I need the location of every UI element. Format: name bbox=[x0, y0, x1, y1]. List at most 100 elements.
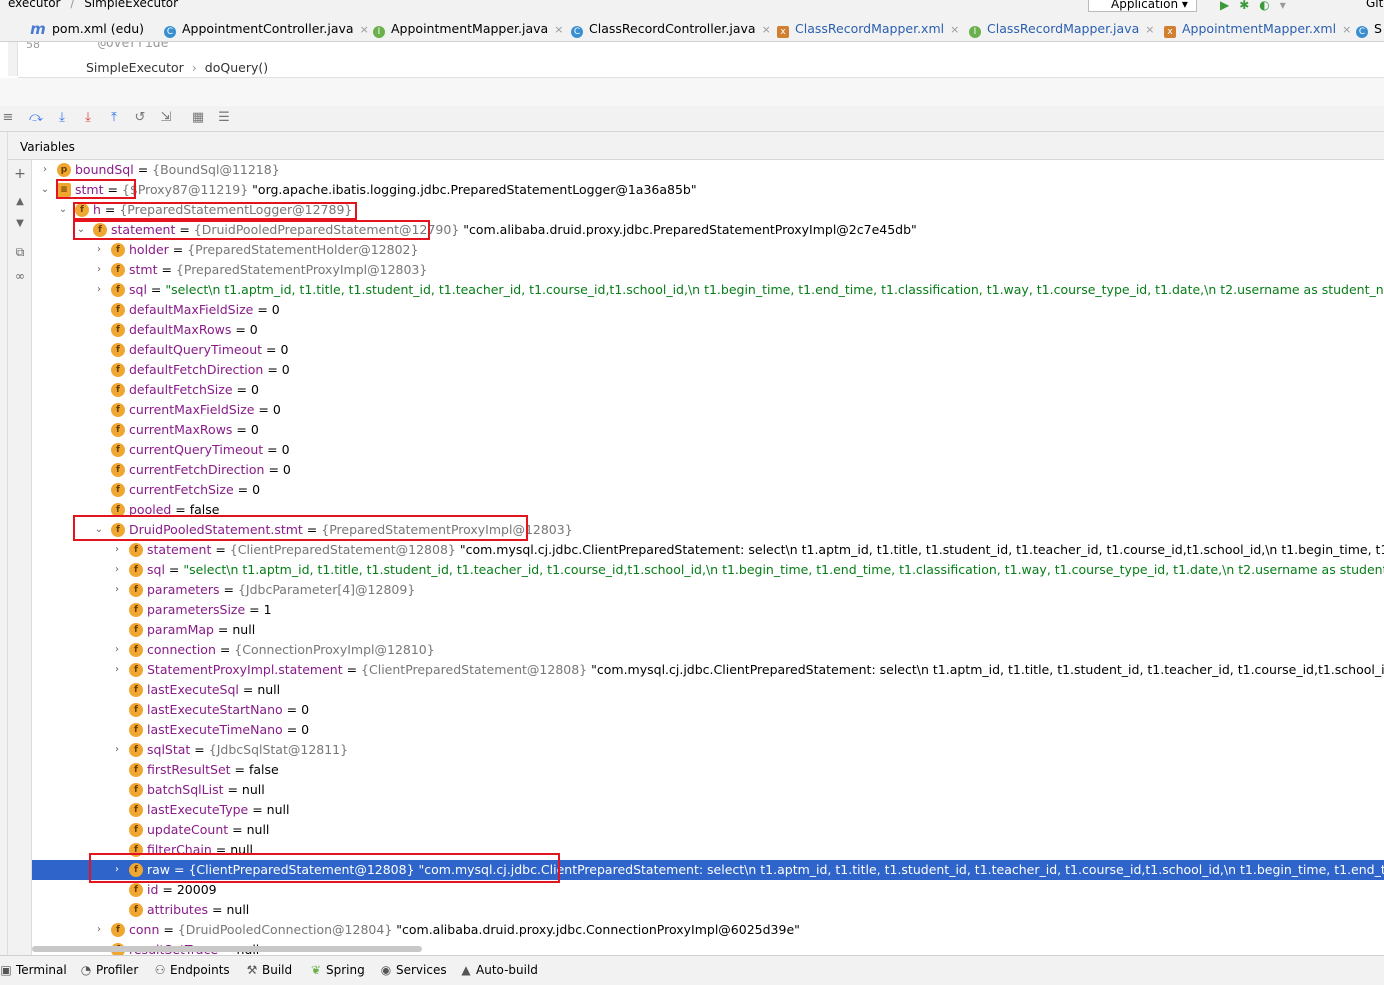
top-crumb-simpleexecutor[interactable]: SimpleExecutor bbox=[84, 0, 178, 10]
variable-row[interactable]: › f holder = {PreparedStatementHolder@1280… bbox=[32, 240, 1384, 260]
evaluate-expression-icon[interactable]: ▦ bbox=[190, 110, 206, 126]
move-up-icon[interactable]: ▲ bbox=[12, 194, 28, 210]
tab-appointment-mapper-xml[interactable]: x AppointmentMapper.xml × bbox=[1164, 21, 1351, 41]
expand-chevron-icon[interactable]: › bbox=[94, 920, 104, 940]
variable-row[interactable]: f lastExecuteTimeNano = 0 bbox=[32, 720, 1384, 740]
variable-row[interactable]: ⌄ ≡ stmt = {$Proxy87@11219} "org.apache.ib… bbox=[32, 180, 1384, 200]
variable-label: currentFetchSize = 0 bbox=[129, 480, 260, 500]
menu-icon[interactable]: ≡ bbox=[0, 110, 16, 126]
variable-row[interactable]: f defaultMaxFieldSize = 0 bbox=[32, 300, 1384, 320]
expand-chevron-icon[interactable]: › bbox=[112, 660, 122, 680]
code-breadcrumb: SimpleExecutor › doQuery() bbox=[18, 56, 1384, 78]
variable-row[interactable]: f currentMaxFieldSize = 0 bbox=[32, 400, 1384, 420]
code-line: @Override bbox=[98, 42, 169, 51]
watches-glasses-icon[interactable]: ∞ bbox=[12, 268, 28, 284]
close-icon[interactable]: × bbox=[554, 23, 563, 36]
variable-row[interactable]: › f sql = "select\n t1.aptm_id, t1.title, … bbox=[32, 560, 1384, 580]
show-execution-point-icon[interactable]: ⤼ bbox=[28, 110, 44, 126]
variable-row[interactable]: f defaultMaxRows = 0 bbox=[32, 320, 1384, 340]
expand-chevron-icon[interactable]: › bbox=[112, 560, 122, 580]
variable-name: defaultMaxRows bbox=[129, 322, 232, 337]
expand-chevron-icon[interactable]: › bbox=[112, 540, 122, 560]
collapse-chevron-icon[interactable]: ⌄ bbox=[58, 200, 68, 220]
variable-row[interactable]: › f connection = {ConnectionProxyImpl@1281… bbox=[32, 640, 1384, 660]
tab-pom-xml[interactable]: m pom.xml (edu) bbox=[30, 21, 144, 41]
coverage-icon[interactable]: ◐ bbox=[1259, 0, 1279, 12]
tab-appointment-controller[interactable]: C AppointmentController.java × bbox=[164, 21, 369, 41]
variable-row[interactable]: f attributes = null bbox=[32, 900, 1384, 920]
tab-endpoints[interactable]: ⚇ Endpoints bbox=[154, 963, 230, 977]
tab-classrecord-mapper-xml[interactable]: x ClassRecordMapper.xml × bbox=[777, 21, 959, 41]
expand-chevron-icon[interactable]: › bbox=[112, 740, 122, 760]
expand-chevron-icon[interactable]: › bbox=[112, 580, 122, 600]
variable-row[interactable]: f currentQueryTimeout = 0 bbox=[32, 440, 1384, 460]
variable-row[interactable]: › f parameters = {JdbcParameter[4]@12809} bbox=[32, 580, 1384, 600]
variable-row[interactable]: f lastExecuteType = null bbox=[32, 800, 1384, 820]
variable-row[interactable]: f paramMap = null bbox=[32, 620, 1384, 640]
stop-icon[interactable]: ▾ bbox=[1280, 0, 1296, 12]
field-icon: f bbox=[129, 763, 143, 777]
tab-build[interactable]: ⚒ Build bbox=[246, 963, 293, 977]
variable-row[interactable]: f batchSqlList = null bbox=[32, 780, 1384, 800]
variable-row[interactable]: f lastExecuteSql = null bbox=[32, 680, 1384, 700]
variable-row[interactable]: f defaultQueryTimeout = 0 bbox=[32, 340, 1384, 360]
tab-classrecord-mapper-java[interactable]: I ClassRecordMapper.java × bbox=[969, 21, 1154, 41]
variable-label: batchSqlList = null bbox=[147, 780, 265, 800]
git-label[interactable]: Git bbox=[1366, 0, 1383, 10]
run-config-selector[interactable]: Application ▾ bbox=[1088, 0, 1197, 12]
variable-row[interactable]: › f sqlStat = {JdbcSqlStat@12811} bbox=[32, 740, 1384, 760]
variable-row[interactable]: f firstResultSet = false bbox=[32, 760, 1384, 780]
variable-row[interactable]: f updateCount = null bbox=[32, 820, 1384, 840]
close-icon[interactable]: × bbox=[1145, 23, 1154, 36]
expand-chevron-icon[interactable]: › bbox=[94, 280, 104, 300]
variable-row[interactable]: f defaultFetchDirection = 0 bbox=[32, 360, 1384, 380]
top-crumb-executor[interactable]: executor bbox=[8, 0, 60, 10]
run-to-cursor-icon[interactable]: ⇲ bbox=[158, 110, 174, 126]
close-icon[interactable]: × bbox=[360, 23, 369, 36]
variable-row[interactable]: f currentMaxRows = 0 bbox=[32, 420, 1384, 440]
tab-spring[interactable]: ❦ Spring bbox=[310, 963, 365, 977]
variable-row[interactable]: › f stmt = {PreparedStatementProxyImpl@128… bbox=[32, 260, 1384, 280]
expand-chevron-icon[interactable]: › bbox=[94, 260, 104, 280]
variables-tree[interactable]: › p boundSql = {BoundSql@11218} ⌄ ≡ stmt = {… bbox=[32, 160, 1384, 955]
close-icon[interactable]: × bbox=[1342, 23, 1351, 36]
add-watch-icon[interactable]: + bbox=[12, 166, 28, 182]
move-down-icon[interactable]: ▼ bbox=[12, 216, 28, 232]
step-out-icon[interactable]: ⤒ bbox=[106, 110, 122, 126]
expand-chevron-icon[interactable]: › bbox=[112, 640, 122, 660]
tab-auto-build[interactable]: ▲ Auto-build bbox=[460, 963, 538, 977]
variable-row[interactable]: f currentFetchSize = 0 bbox=[32, 480, 1384, 500]
tab-truncated[interactable]: CS bbox=[1356, 21, 1382, 41]
variable-row[interactable]: f parametersSize = 1 bbox=[32, 600, 1384, 620]
trace-icon[interactable]: ☰ bbox=[216, 110, 232, 126]
collapse-chevron-icon[interactable]: ⌄ bbox=[40, 180, 50, 200]
variable-row[interactable]: f lastExecuteStartNano = 0 bbox=[32, 700, 1384, 720]
variable-row[interactable]: f id = 20009 bbox=[32, 880, 1384, 900]
close-icon[interactable]: × bbox=[762, 23, 771, 36]
drop-frame-icon[interactable]: ↺ bbox=[132, 110, 148, 126]
horizontal-scrollbar[interactable] bbox=[32, 946, 422, 952]
expand-chevron-icon[interactable]: › bbox=[40, 160, 50, 180]
field-icon: f bbox=[111, 463, 125, 477]
run-icon[interactable]: ▶ bbox=[1220, 0, 1239, 12]
tab-profiler[interactable]: ◔ Profiler bbox=[80, 963, 139, 977]
variable-row[interactable]: f defaultFetchSize = 0 bbox=[32, 380, 1384, 400]
variable-row[interactable]: › f sql = "select\n t1.aptm_id, t1.title, … bbox=[32, 280, 1384, 300]
copy-icon[interactable]: ⧉ bbox=[12, 244, 28, 260]
breadcrumb-class[interactable]: SimpleExecutor bbox=[86, 60, 184, 75]
step-over-icon[interactable]: ⤓ bbox=[54, 110, 70, 126]
variable-row[interactable]: f currentFetchDirection = 0 bbox=[32, 460, 1384, 480]
field-icon: f bbox=[111, 423, 125, 437]
tab-classrecord-controller[interactable]: C ClassRecordController.java × bbox=[571, 21, 771, 41]
tab-services[interactable]: ◉ Services bbox=[380, 963, 447, 977]
debug-icon[interactable]: ✱ bbox=[1239, 0, 1259, 12]
tab-terminal[interactable]: ▣ Terminal bbox=[0, 963, 66, 977]
variable-row[interactable]: › p boundSql = {BoundSql@11218} bbox=[32, 160, 1384, 180]
variable-row[interactable]: › f StatementProxyImpl.statement = {Client… bbox=[32, 660, 1384, 680]
expand-chevron-icon[interactable]: › bbox=[94, 240, 104, 260]
variable-row[interactable]: › f conn = {DruidPooledConnection@12804} "… bbox=[32, 920, 1384, 940]
variable-row[interactable]: › f statement = {ClientPreparedStatement@1… bbox=[32, 540, 1384, 560]
close-icon[interactable]: × bbox=[950, 23, 959, 36]
breadcrumb-method[interactable]: doQuery() bbox=[205, 60, 268, 75]
tab-appointment-mapper-java[interactable]: I AppointmentMapper.java × bbox=[373, 21, 563, 41]
